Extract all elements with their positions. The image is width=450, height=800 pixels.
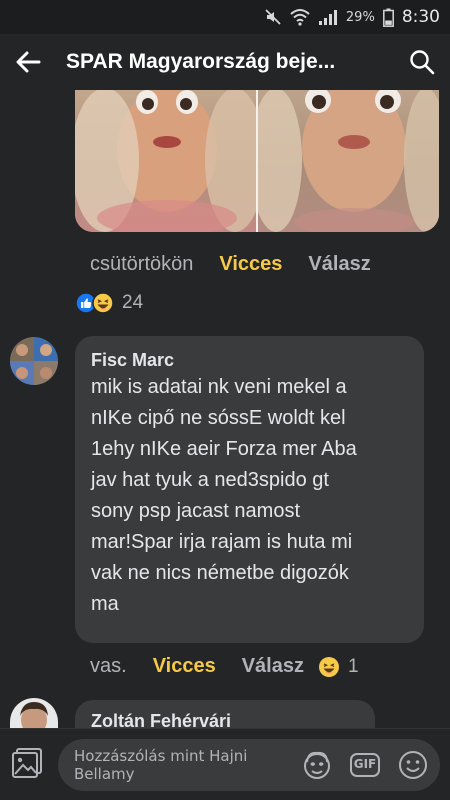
- comment-input[interactable]: Hozzászólás mint Hajni Bellamy GIF: [58, 739, 440, 791]
- avatar-image: [20, 702, 48, 728]
- emoji-button[interactable]: [396, 748, 430, 782]
- doll-face-image: [250, 90, 439, 232]
- comment-bubble[interactable]: Zoltán Fehérvári: [75, 700, 375, 728]
- clock: 8:30: [401, 7, 440, 27]
- gallery-button[interactable]: [10, 745, 46, 781]
- page-title: SPAR Magyarország beje...: [66, 50, 336, 73]
- gif-label: GIF: [353, 757, 377, 771]
- status-icons: 29% 8:30: [264, 6, 440, 28]
- status-bar: 29% 8:30: [0, 0, 450, 34]
- reply-button[interactable]: Válasz: [308, 253, 370, 276]
- comment-line: nIKe cipő ne sóssE woldt kel: [91, 407, 346, 429]
- placeholder-line: Bellamy: [74, 765, 135, 783]
- comment-line: vak ne nics németbe digozók: [91, 562, 349, 584]
- comment-image-attachment[interactable]: [75, 90, 439, 232]
- comment-line: 1ehy nIKe aeir Forza mer Aba: [91, 438, 357, 460]
- comment-line: ma: [91, 593, 119, 615]
- avatar-sticker-button[interactable]: [300, 748, 334, 782]
- haha-reaction-button[interactable]: Vicces: [153, 655, 216, 678]
- battery-percent: 29%: [345, 9, 375, 25]
- avatar-collage-image: [10, 337, 58, 385]
- image-gallery-icon: [12, 748, 42, 778]
- reaction-count: 1: [347, 655, 359, 677]
- comment-line: mar!Spar irja rajam is huta mi: [91, 531, 353, 553]
- avatar[interactable]: [10, 337, 58, 385]
- avatar[interactable]: [10, 698, 58, 728]
- comment-text: mik is adatai nk veni mekel a nIKe cipő …: [91, 372, 357, 620]
- doll-face-image: [75, 90, 265, 232]
- haha-reaction-icon: [318, 656, 339, 677]
- comment-timestamp: vas.: [90, 655, 127, 677]
- reply-button[interactable]: Válasz: [242, 655, 304, 678]
- comment-line: sony psp jacast namost: [91, 500, 300, 522]
- haha-reaction-icon: [92, 292, 114, 314]
- haha-reaction-button[interactable]: Vicces: [219, 253, 282, 276]
- attachment-image-left: [75, 90, 265, 232]
- reaction-summary[interactable]: 24: [75, 292, 143, 314]
- comment-actions: vas. Vicces Válasz 1: [90, 655, 359, 678]
- attachment-image-right: [250, 90, 439, 232]
- comment-author[interactable]: Fisc Marc: [91, 350, 174, 371]
- gif-button[interactable]: GIF: [348, 748, 382, 782]
- back-button[interactable]: [0, 34, 56, 90]
- search-button[interactable]: [394, 34, 450, 90]
- comment-timestamp: csütörtökön: [90, 253, 194, 275]
- top-app-bar: SPAR Magyarország beje...: [0, 34, 450, 90]
- comment-line: mik is adatai nk veni mekel a: [91, 376, 347, 398]
- arrow-left-icon: [16, 51, 41, 73]
- comment-line: jav hat tyuk a ned3spido gt: [91, 469, 329, 491]
- wifi-icon: [290, 9, 310, 26]
- avatar-sticker-icon: [304, 751, 330, 779]
- comment-input-placeholder: Hozzászólás mint Hajni Bellamy: [74, 747, 294, 783]
- signal-icon: [318, 10, 337, 25]
- search-icon: [410, 50, 435, 75]
- emoji-icon: [399, 751, 427, 779]
- battery-icon: [382, 8, 394, 27]
- reaction-count: 24: [122, 292, 144, 313]
- comment-actions: csütörtökön Vicces Válasz: [90, 253, 371, 276]
- comment-author[interactable]: Zoltán Fehérvári: [91, 711, 231, 728]
- comment-bubble[interactable]: Fisc Marc mik is adatai nk veni mekel a …: [75, 336, 424, 643]
- mute-icon: [265, 9, 281, 25]
- placeholder-line: Hozzászólás mint Hajni: [74, 747, 248, 765]
- comment-composer-bar: Hozzászólás mint Hajni Bellamy GIF: [0, 728, 450, 800]
